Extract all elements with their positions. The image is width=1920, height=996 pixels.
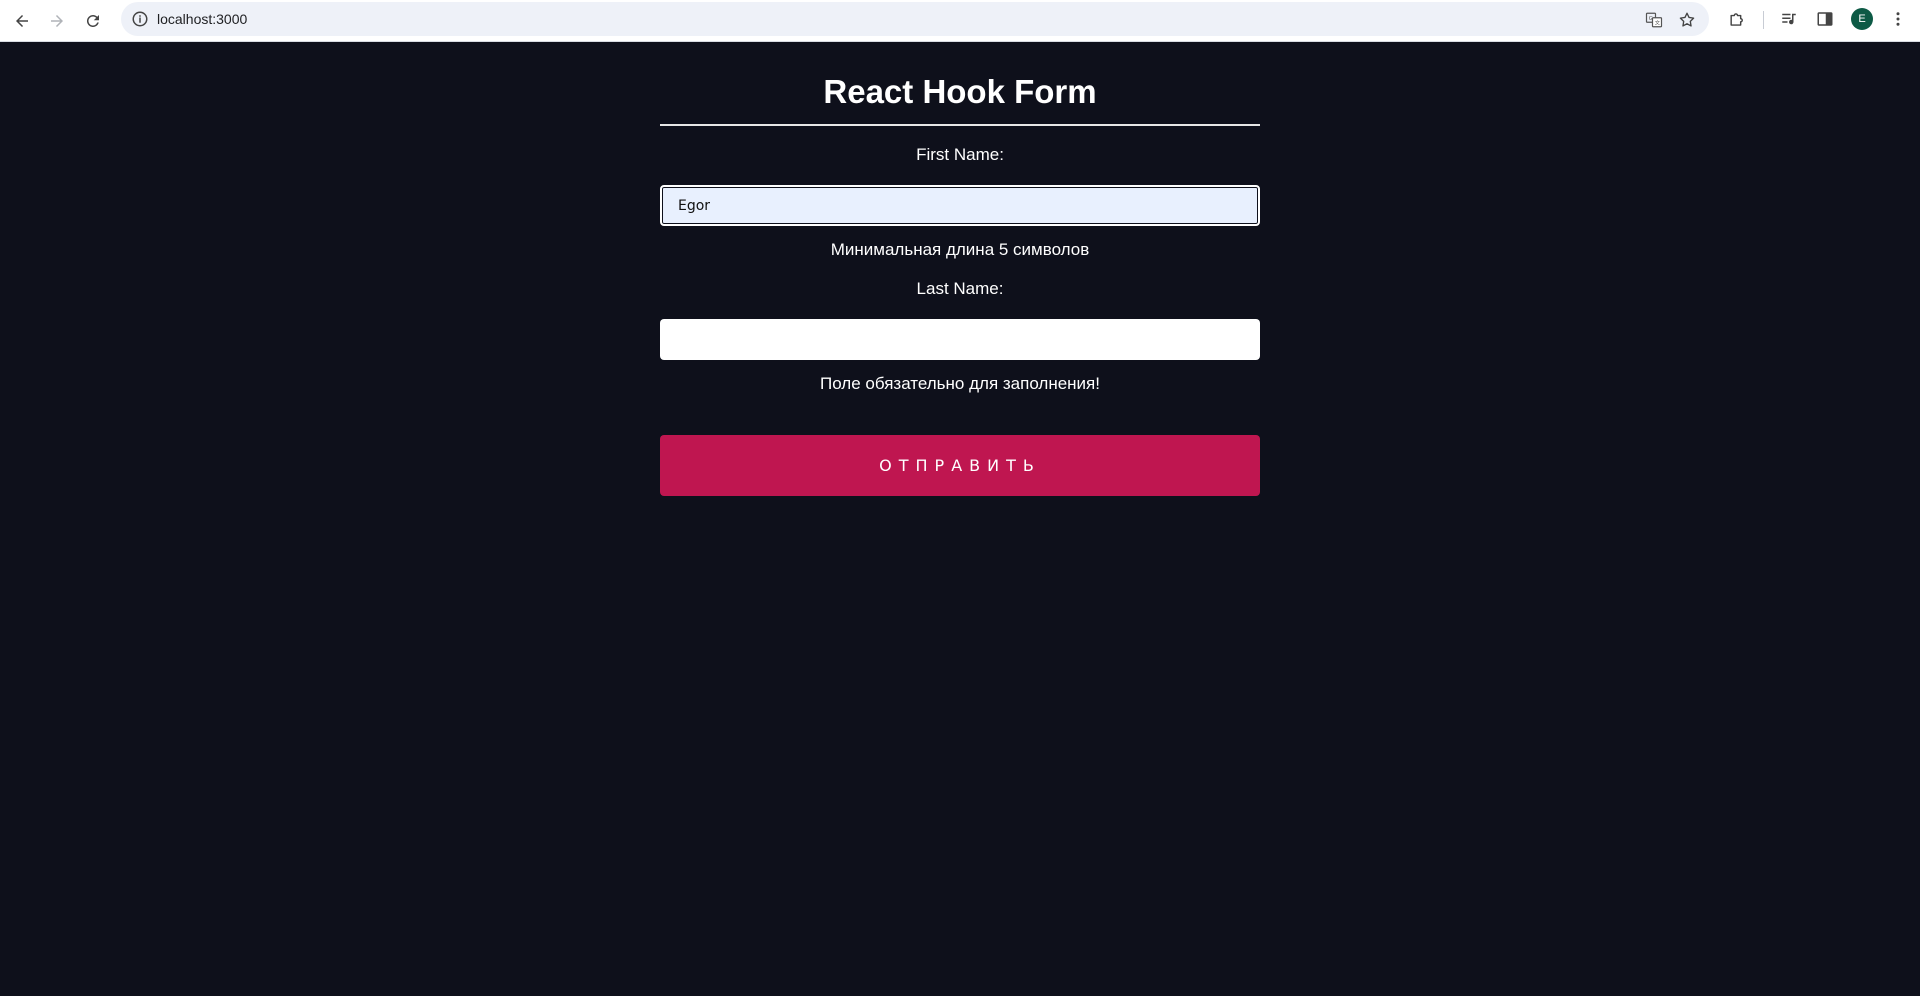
title-divider — [660, 124, 1260, 126]
translate-button[interactable]: G 文 — [1644, 10, 1664, 30]
reload-icon — [86, 14, 99, 27]
arrow-right-icon — [51, 15, 63, 27]
browser-toolbar: localhost:3000 G 文 E — [0, 0, 1920, 42]
kebab-menu-icon — [1896, 12, 1900, 26]
react-hook-form: React Hook Form First Name: Минимальная … — [660, 42, 1260, 496]
first-name-error: Минимальная длина 5 символов — [830, 240, 1090, 259]
bookmark-button[interactable] — [1677, 10, 1697, 30]
back-button[interactable] — [9, 8, 35, 34]
extensions-button[interactable] — [1727, 9, 1747, 29]
browser-menu-button[interactable] — [1888, 9, 1908, 29]
side-panel-button[interactable] — [1815, 9, 1835, 29]
toolbar-divider — [1763, 11, 1764, 29]
puzzle-icon — [1729, 12, 1743, 26]
page-title: React Hook Form — [823, 73, 1097, 110]
profile-avatar[interactable]: E — [1851, 8, 1873, 30]
url-text: localhost:3000 — [157, 11, 248, 27]
translate-icon: G 文 — [1645, 12, 1663, 28]
first-name-label: First Name: — [916, 145, 1004, 164]
forward-button[interactable] — [44, 8, 70, 34]
media-controls-button[interactable] — [1779, 9, 1799, 29]
arrow-left-icon — [16, 15, 28, 27]
reload-button[interactable] — [80, 8, 106, 34]
star-icon — [1679, 12, 1695, 27]
last-name-input[interactable] — [660, 319, 1260, 360]
last-name-error: Поле обязательно для заполнения! — [819, 374, 1100, 393]
submit-button[interactable]: ОТПРАВИТЬ — [660, 435, 1260, 496]
info-icon[interactable] — [131, 10, 149, 28]
media-controls-icon — [1782, 13, 1796, 25]
side-panel-icon — [1817, 12, 1833, 26]
first-name-input[interactable] — [660, 185, 1260, 226]
svg-text:G: G — [1649, 16, 1653, 22]
last-name-label: Last Name: — [916, 279, 1004, 298]
address-bar[interactable]: localhost:3000 G 文 — [121, 2, 1709, 36]
